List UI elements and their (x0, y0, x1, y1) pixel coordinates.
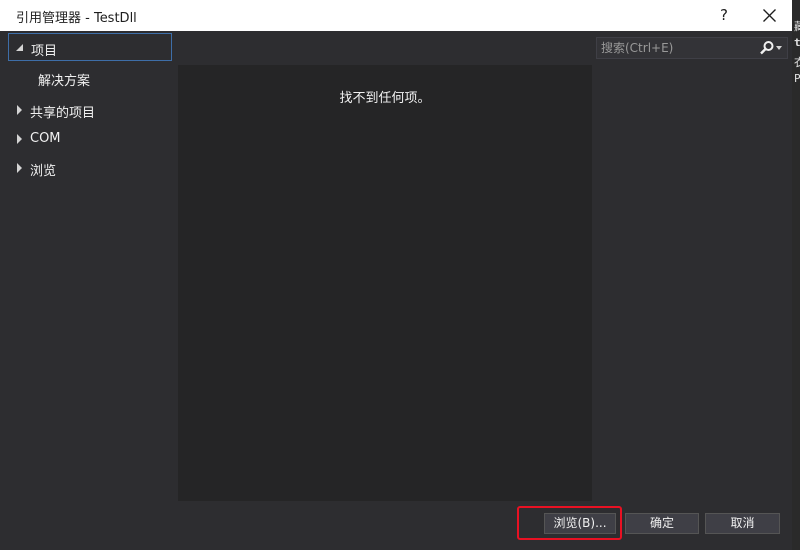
tree-item-label: 浏览 (30, 164, 57, 179)
background-text: 衣 (794, 56, 800, 69)
window-title: 引用管理器 - TestDll (16, 11, 137, 26)
background-text: th (794, 36, 800, 49)
tree-item-label: 项目 (31, 44, 58, 59)
tree-item-browse[interactable]: 浏览 (8, 154, 172, 182)
search-input[interactable] (601, 40, 751, 56)
background-text: 藏 (794, 20, 800, 33)
close-button[interactable] (752, 0, 786, 31)
reference-list: 找不到任何项。 (178, 65, 592, 501)
details-panel (596, 65, 792, 501)
tree-item-solution[interactable]: 解决方案 (8, 64, 172, 92)
browse-button[interactable]: 浏览(B)... (544, 513, 616, 534)
background-text: Pr (794, 72, 800, 85)
tree-item-com[interactable]: COM (8, 125, 172, 153)
reference-manager-dialog: 引用管理器 - TestDll ? 项目 解决方案 共享的项目 COM 浏览 搜… (0, 0, 792, 550)
tree-item-label: 共享的项目 (30, 106, 96, 121)
search-box (596, 37, 788, 59)
empty-message: 找不到任何项。 (339, 91, 431, 106)
tree-item-label: COM (30, 131, 61, 146)
ok-button[interactable]: 确定 (625, 513, 699, 534)
triangle-down-icon[interactable] (16, 44, 23, 51)
chevron-down-icon[interactable] (776, 46, 782, 50)
tree-item-label: 解决方案 (38, 74, 91, 89)
triangle-right-icon[interactable] (17, 134, 22, 144)
category-tree: 项目 解决方案 共享的项目 COM 浏览 (8, 31, 177, 501)
title-bar: 引用管理器 - TestDll ? (0, 0, 792, 31)
search-icon[interactable] (759, 40, 775, 56)
tree-item-projects[interactable]: 项目 (8, 33, 172, 61)
triangle-right-icon[interactable] (17, 105, 22, 115)
cancel-button[interactable]: 取消 (705, 513, 780, 534)
triangle-right-icon[interactable] (17, 163, 22, 173)
tree-item-shared-projects[interactable]: 共享的项目 (8, 96, 172, 124)
help-button[interactable]: ? (712, 2, 736, 29)
close-icon (763, 9, 776, 22)
